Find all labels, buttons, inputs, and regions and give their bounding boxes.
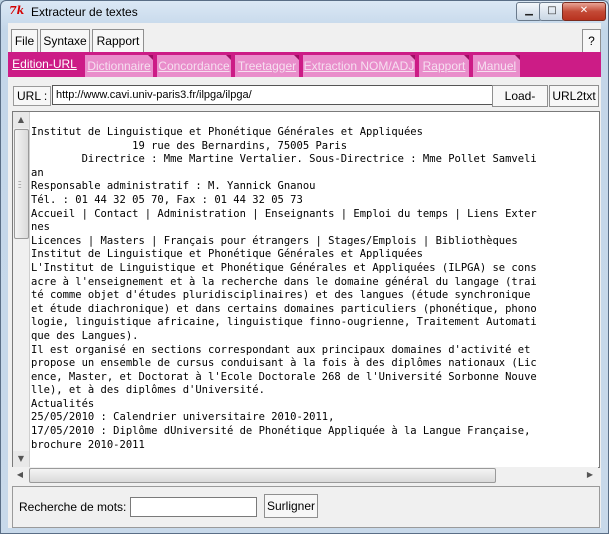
tab-label: Treetagger (237, 59, 297, 73)
text-line: Institut de Linguistique et Phonétique G… (31, 126, 423, 138)
scroll-down-icon[interactable]: ▼ (13, 451, 29, 467)
window-title: Extracteur de textes (31, 5, 138, 19)
text-line: nes (31, 221, 50, 234)
client-area: File Syntaxe Rapport ? Edition-URL Dicti… (8, 23, 601, 528)
text-line: ence, Master, et Doctorat à l'Ecole Doct… (31, 370, 537, 383)
scroll-right-icon[interactable]: ▶ (582, 467, 598, 483)
search-bar: Recherche de mots: Surligner (12, 486, 600, 528)
report-menu-button[interactable]: Rapport (92, 29, 144, 53)
text-line: Directrice : Mme Martine Vertalier. Sous… (31, 153, 537, 166)
text-panel: ▲ – – – ▼ Institut de Linguistique et Phon… (12, 111, 600, 468)
text-line: Licences | Masters | Français pour étran… (31, 234, 518, 247)
text-line: Actualités (31, 397, 95, 410)
app-icon: 7k (9, 4, 25, 17)
text-line: Responsable administratif : M. Yannick G… (31, 180, 316, 193)
scroll-up-icon[interactable]: ▲ (13, 112, 29, 128)
tab-label: Rapport (422, 59, 466, 73)
tab-manuel[interactable]: Manuel (473, 55, 520, 77)
grip-icon: – – – (18, 177, 22, 191)
app-window: 7k Extracteur de textes ▁ □ ✕ File Synta… (0, 0, 609, 534)
url-label: URL : (13, 86, 52, 106)
tab-edition-url[interactable]: Edition-URL (11, 52, 78, 77)
url2txt-button[interactable]: URL2txt (549, 85, 599, 107)
tab-dictionnaire[interactable]: Dictionnaire (85, 55, 153, 77)
tab-corner-marker (464, 55, 469, 60)
tab-label: Manuel (476, 59, 517, 73)
vertical-scroll-thumb[interactable]: – – – (14, 129, 29, 239)
help-button[interactable]: ? (582, 29, 601, 53)
text-line: té comme objet d'études pluridisciplinai… (31, 289, 531, 302)
text-line: et étude diachronique) et dans certains … (31, 302, 537, 315)
highlight-button[interactable]: Surligner (264, 494, 318, 518)
text-line: Institut de Linguistique et Phonétique G… (31, 248, 423, 261)
search-input[interactable] (130, 497, 257, 517)
tab-corner-marker (148, 55, 153, 60)
tab-label: Dictionnaire (87, 59, 151, 73)
text-line: lle), et à des diplômes d'Université. (31, 384, 265, 397)
close-button[interactable]: ✕ (562, 2, 606, 21)
tab-bar: Edition-URL Dictionnaire Concordance Tre… (8, 52, 601, 77)
text-line: Tél. : 01 44 32 05 70, Fax : 01 44 32 05… (31, 193, 303, 206)
title-bar[interactable]: 7k Extracteur de textes ▁ □ ✕ (1, 1, 608, 23)
search-label: Recherche de mots: (19, 500, 127, 514)
scroll-left-icon[interactable]: ◀ (12, 467, 28, 483)
text-line: propose un ensemble de cursus conduisant… (31, 357, 537, 370)
tab-corner-marker (226, 55, 231, 60)
tab-label: Edition-URL (12, 57, 77, 71)
url-row: URL : Load-URL URL2txt (8, 83, 601, 123)
tab-label: Concordance (158, 59, 230, 73)
text-line: L'Institut de Linguistique et Phonétique… (31, 261, 537, 274)
syntax-menu-button[interactable]: Syntaxe (40, 29, 90, 53)
tab-corner-marker (294, 55, 299, 60)
tab-rapport[interactable]: Rapport (419, 55, 469, 77)
tab-corner-marker (410, 55, 415, 60)
tab-label: Extraction NOM/ADJ (303, 59, 415, 73)
url-input[interactable] (52, 85, 496, 105)
text-line: logie, linguistique africaine, linguisti… (31, 316, 537, 329)
file-menu-button[interactable]: File (11, 29, 38, 53)
text-line: an (31, 166, 44, 179)
tab-corner-marker (515, 55, 520, 60)
tab-treetagger[interactable]: Treetagger (235, 55, 299, 77)
load-url-button[interactable]: Load-URL (492, 85, 548, 123)
text-line: que des Langues). (31, 329, 139, 342)
text-line: acre à l'enseignement et à la recherche … (31, 275, 537, 288)
extracted-text[interactable]: Institut de Linguistique et Phonétique G… (31, 126, 595, 464)
horizontal-scroll-thumb[interactable] (29, 468, 496, 483)
text-line: Il est organisé en sections correspondan… (31, 343, 531, 356)
text-line: Accueil | Contact | Administration | Ens… (31, 207, 537, 220)
text-line: 17/05/2010 : Diplôme dUniversité de Phon… (31, 425, 531, 438)
text-line: 25/05/2010 : Calendrier universitaire 20… (31, 411, 335, 424)
tab-extraction-nom-adj[interactable]: Extraction NOM/ADJ (303, 55, 415, 77)
tab-concordance[interactable]: Concordance (157, 55, 231, 77)
horizontal-scrollbar[interactable]: ◀ ▶ (12, 467, 598, 483)
vertical-scrollbar[interactable]: ▲ – – – ▼ (13, 112, 30, 467)
text-line: brochure 2010-2011 (31, 438, 145, 451)
text-line: 19 rue des Bernardins, 75005 Paris (31, 139, 348, 152)
